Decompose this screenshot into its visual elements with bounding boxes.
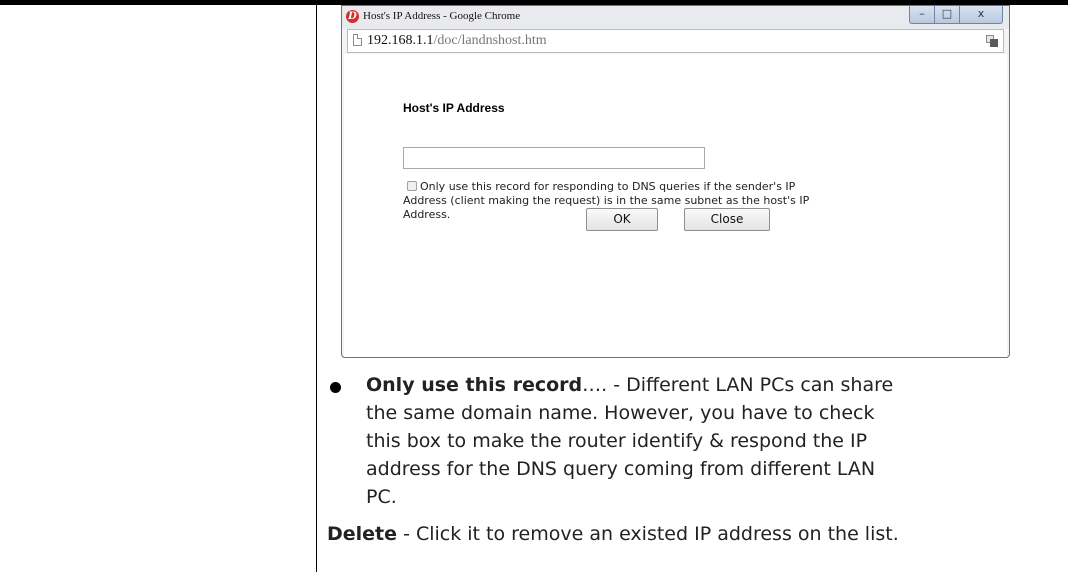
bullet-line-2: the same domain name. However, you have … — [366, 402, 875, 424]
window-title: Host's IP Address - Google Chrome — [363, 10, 521, 22]
router-app-icon: D — [346, 10, 359, 23]
host-ip-label: Host's IP Address — [403, 101, 505, 115]
bullet-line-1: Only use this record…. - Different LAN P… — [366, 374, 893, 396]
bullet-ellipsis: …. — [582, 374, 608, 396]
column-divider — [316, 5, 317, 572]
bullet-dot — [330, 382, 341, 393]
bullet-line-4: address for the DNS query coming from di… — [366, 458, 876, 480]
same-subnet-checkbox[interactable] — [407, 181, 417, 191]
delete-term: Delete — [327, 523, 398, 545]
url-host: 192.168.1.1 — [367, 33, 434, 48]
bullet-text-1: - Different LAN PCs can share — [607, 374, 894, 396]
url-text[interactable]: 192.168.1.1/doc/landnshost.htm — [367, 33, 547, 49]
option-line-3: Address. — [403, 208, 451, 221]
address-bar[interactable]: 192.168.1.1/doc/landnshost.htm — [347, 29, 1004, 53]
bullet-line-5: PC. — [366, 486, 397, 508]
close-window-button[interactable]: x — [960, 6, 1003, 24]
minimize-button[interactable]: – — [909, 6, 935, 24]
bullet-line-3: this box to make the router identify & r… — [366, 430, 868, 452]
bullet-term: Only use this record — [366, 374, 583, 396]
ok-button[interactable]: OK — [586, 208, 658, 231]
host-ip-input[interactable] — [403, 147, 705, 169]
delete-text: - Click it to remove an existed IP addre… — [397, 523, 899, 545]
option-line-1: Only use this record for responding to D… — [407, 180, 795, 193]
window-controls: – □ x — [909, 6, 1003, 24]
translate-icon[interactable] — [986, 35, 998, 47]
window-titlebar[interactable]: D Host's IP Address - Google Chrome – □ … — [342, 6, 1009, 29]
page-icon — [353, 34, 362, 46]
close-button[interactable]: Close — [684, 208, 770, 231]
url-path: /doc/landnshost.htm — [433, 33, 547, 48]
maximize-button[interactable]: □ — [935, 6, 960, 24]
delete-line: Delete - Click it to remove an existed I… — [327, 523, 899, 545]
option-line-2: Address (client making the request) is i… — [403, 194, 810, 207]
